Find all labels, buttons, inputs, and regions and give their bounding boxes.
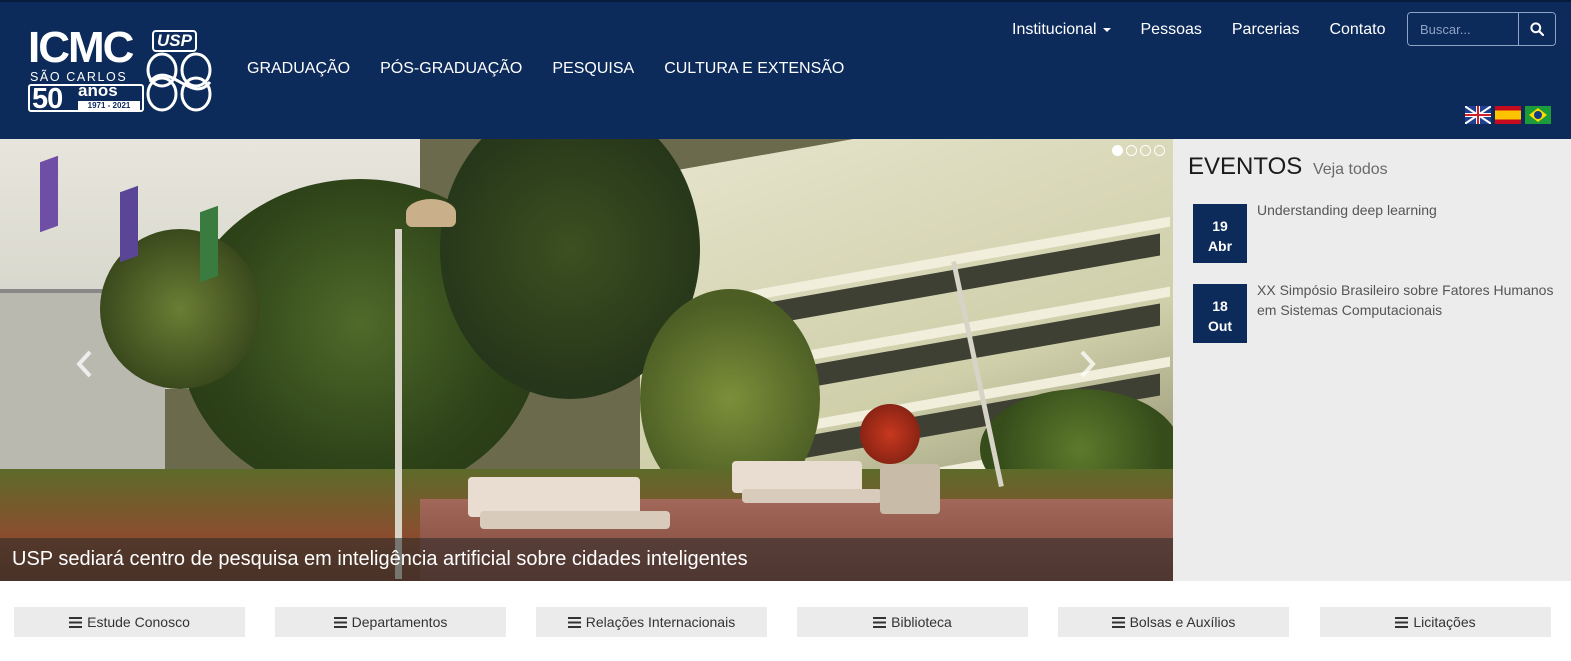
nav-pessoas[interactable]: Pessoas — [1141, 21, 1202, 39]
nav-institucional-label: Institucional — [1012, 21, 1097, 38]
carousel-next-button[interactable] — [1072, 344, 1102, 384]
list-icon — [1395, 616, 1409, 628]
usp-knot-icon — [146, 52, 212, 112]
quick-link-label: Bolsas e Auxílios — [1129, 614, 1236, 630]
brazil-flag-icon[interactable] — [1525, 106, 1551, 124]
quick-link-bolsas-auxilios[interactable]: Bolsas e Auxílios — [1058, 607, 1289, 637]
quick-link-estude-conosco[interactable]: Estude Conosco — [14, 607, 245, 637]
event-day: 18 — [1212, 298, 1228, 314]
carousel-indicator-1[interactable] — [1112, 145, 1123, 156]
search-input[interactable] — [1408, 13, 1518, 45]
nav-cultura-extensao[interactable]: CULTURA E EXTENSÃO — [664, 60, 844, 78]
event-month: Abr — [1207, 238, 1233, 254]
spanish-flag-icon[interactable] — [1495, 106, 1521, 124]
search-icon — [1530, 22, 1544, 36]
icmc-logo[interactable]: ICMC USP SÃO CARLOS 50 anos 1971 - 2021 — [28, 23, 218, 116]
nav-pos-graduacao[interactable]: PÓS-GRADUAÇÃO — [380, 60, 522, 78]
quick-links-bar: Estude Conosco Departamentos Relações In… — [14, 607, 1551, 637]
nav-graduacao[interactable]: GRADUAÇÃO — [247, 60, 350, 78]
list-icon — [873, 616, 887, 628]
events-see-all-link[interactable]: Veja todos — [1313, 161, 1388, 178]
list-icon — [567, 616, 581, 628]
quick-link-label: Estude Conosco — [87, 614, 190, 630]
nav-contato[interactable]: Contato — [1329, 21, 1385, 39]
event-title-link[interactable]: XX Simpósio Brasileiro sobre Fatores Hum… — [1257, 280, 1557, 320]
site-header: ICMC USP SÃO CARLOS 50 anos 1971 - 2021 … — [0, 0, 1571, 139]
nav-pesquisa[interactable]: PESQUISA — [552, 60, 634, 78]
list-icon — [333, 616, 347, 628]
carousel-indicator-3[interactable] — [1140, 145, 1151, 156]
quick-link-departamentos[interactable]: Departamentos — [275, 607, 506, 637]
list-icon — [1111, 616, 1125, 628]
quick-link-biblioteca[interactable]: Biblioteca — [797, 607, 1028, 637]
logo-anniversary-number: 50 — [32, 83, 63, 115]
nav-parcerias[interactable]: Parcerias — [1232, 21, 1300, 39]
language-selector — [1465, 106, 1551, 124]
event-date: 19 Abr — [1193, 204, 1247, 263]
events-panel: EVENTOS Veja todos 19 Abr Understanding … — [1173, 139, 1571, 581]
quick-link-label: Licitações — [1413, 614, 1476, 630]
english-flag-icon[interactable] — [1465, 106, 1491, 124]
chevron-right-icon — [1080, 350, 1096, 378]
chevron-left-icon — [76, 350, 92, 378]
list-icon — [69, 616, 83, 628]
main-nav: GRADUAÇÃO PÓS-GRADUAÇÃO PESQUISA CULTURA… — [247, 60, 844, 78]
event-day: 19 — [1212, 218, 1228, 234]
events-title: EVENTOS — [1188, 153, 1303, 180]
events-heading: EVENTOS Veja todos — [1188, 154, 1388, 183]
logo-anniversary-years: 1971 - 2021 — [78, 101, 140, 111]
event-title-link[interactable]: Understanding deep learning — [1257, 200, 1557, 220]
logo-wordmark: ICMC — [28, 23, 134, 72]
logo-anniversary-word: anos — [78, 81, 118, 100]
hero-carousel[interactable]: USP sediará centro de pesquisa em inteli… — [0, 139, 1173, 581]
event-date: 18 Out — [1193, 284, 1247, 343]
nav-institucional[interactable]: Institucional — [1012, 21, 1111, 39]
slide-caption-text: USP sediará centro de pesquisa em inteli… — [12, 548, 748, 570]
search-box — [1407, 12, 1556, 46]
carousel-prev-button[interactable] — [70, 344, 100, 384]
quick-link-label: Biblioteca — [891, 614, 952, 630]
quick-link-label: Relações Internacionais — [585, 614, 736, 630]
carousel-indicators — [1112, 145, 1165, 156]
slide-caption[interactable]: USP sediará centro de pesquisa em inteli… — [0, 538, 1173, 581]
search-button[interactable] — [1518, 13, 1555, 45]
quick-link-label: Departamentos — [351, 614, 448, 630]
caret-down-icon — [1102, 27, 1111, 32]
quick-link-licitacoes[interactable]: Licitações — [1320, 607, 1551, 637]
quick-link-relacoes-internacionais[interactable]: Relações Internacionais — [536, 607, 767, 637]
top-nav: Institucional Pessoas Parcerias Contato — [1012, 21, 1416, 39]
event-month: Out — [1207, 318, 1233, 334]
carousel-indicator-2[interactable] — [1126, 145, 1137, 156]
carousel-indicator-4[interactable] — [1154, 145, 1165, 156]
